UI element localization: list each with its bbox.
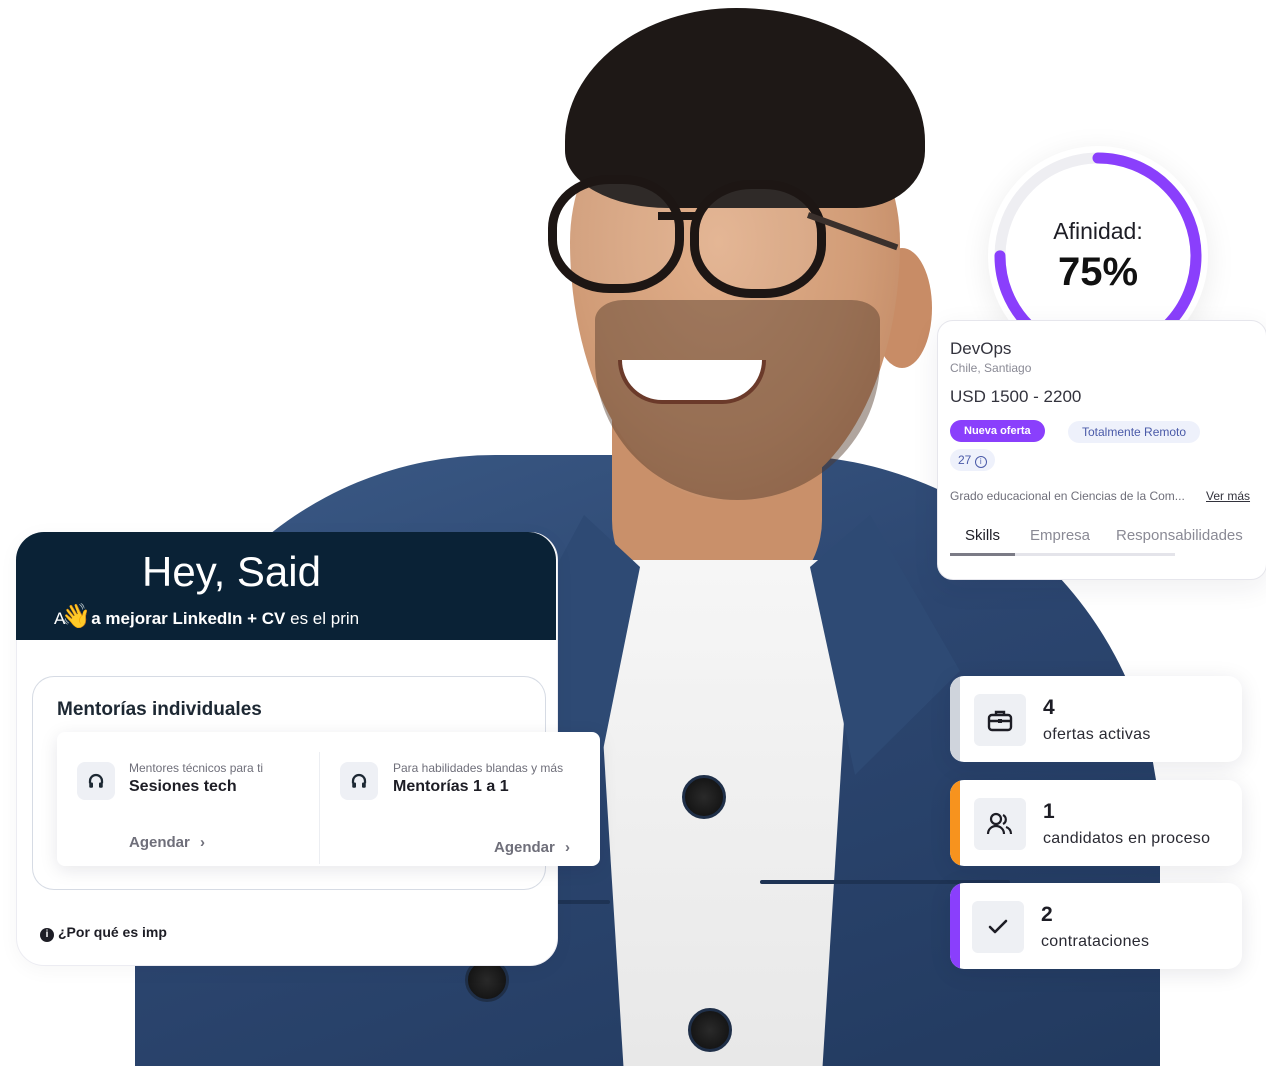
greeting-header: Hey, Said A👋a mejorar LinkedIn + CV es e…: [16, 532, 556, 640]
mentoria-caption: Para habilidades blandas y más: [393, 761, 564, 775]
job-salary: USD 1500 - 2200: [950, 387, 1082, 406]
glasses-lens-right: [690, 180, 826, 298]
count-value: 27: [958, 453, 972, 467]
briefcase-icon: [974, 694, 1026, 746]
greeting-subtitle-bold: a mejorar LinkedIn + CV: [91, 609, 286, 628]
agendar-label: Agendar: [494, 839, 555, 856]
stat-card-hires[interactable]: 2 contrataciones: [950, 883, 1242, 969]
white-tshirt: [592, 560, 854, 1066]
jacket-button: [682, 775, 726, 819]
stat-card-candidates[interactable]: 1 candidatos en proceso: [950, 780, 1242, 866]
stat-accent-bar: [950, 883, 960, 969]
mentoria-title: Mentorías 1 a 1: [393, 778, 509, 795]
glasses-lens-left: [548, 175, 684, 293]
users-icon: [974, 798, 1026, 850]
headphones-icon: [77, 762, 115, 800]
chevron-right-icon: ›: [565, 839, 571, 856]
smile: [618, 360, 766, 404]
agendar-button[interactable]: Agendar ›: [129, 834, 205, 851]
agendar-button[interactable]: Agendar ›: [494, 839, 570, 856]
jacket-button: [688, 1008, 732, 1052]
info-icon: i: [40, 928, 54, 942]
stat-number: 4: [1043, 696, 1055, 719]
chevron-right-icon: ›: [200, 834, 206, 851]
agendar-label: Agendar: [129, 834, 190, 851]
tab-empresa[interactable]: Empresa: [1030, 527, 1090, 544]
headphones-icon: [340, 762, 378, 800]
stat-label: contrataciones: [1041, 933, 1150, 950]
stat-label: candidatos en proceso: [1043, 830, 1211, 847]
mentorias-title: Mentorías individuales: [57, 699, 262, 720]
stat-number: 2: [1041, 903, 1053, 926]
mentoria-item[interactable]: Mentores técnicos para ti Sesiones tech …: [57, 732, 319, 866]
mentoria-caption: Mentores técnicos para ti: [129, 761, 264, 775]
tab-responsabilidades[interactable]: Responsabilidades: [1116, 527, 1243, 544]
job-title: DevOps: [950, 339, 1012, 358]
info-icon: i: [974, 456, 987, 468]
count-badge: 27 i: [950, 449, 995, 471]
stat-label: ofertas activas: [1043, 726, 1151, 743]
job-location: Chile, Santiago: [950, 361, 1032, 375]
job-education: Grado educacional en Ciencias de la Com.…: [950, 489, 1185, 503]
job-card[interactable]: DevOps Chile, Santiago USD 1500 - 2200 N…: [937, 320, 1266, 580]
glasses-bridge: [658, 212, 700, 220]
stat-number: 1: [1043, 800, 1055, 823]
why-important-text: ¿Por qué es imp: [58, 924, 167, 940]
why-important-link[interactable]: i ¿Por qué es imp: [40, 924, 167, 942]
tab-active-indicator: [950, 553, 1015, 556]
mentoria-title: Sesiones tech: [129, 778, 237, 795]
stat-accent-bar: [950, 676, 960, 762]
check-icon: [972, 901, 1024, 953]
greeting-subtitle-rest: es el prin: [290, 609, 360, 628]
mentoria-item[interactable]: Para habilidades blandas y más Mentorías…: [320, 732, 600, 866]
mentorias-list: Mentores técnicos para ti Sesiones tech …: [57, 732, 600, 866]
affinity-label: Afinidad:: [1053, 218, 1143, 244]
greeting-title: Hey, Said: [142, 548, 321, 595]
badge-remote: Totalmente Remoto: [1068, 421, 1201, 443]
see-more-link[interactable]: Ver más: [1206, 489, 1250, 503]
stat-card-offers[interactable]: 4 ofertas activas: [950, 676, 1242, 762]
tab-skills[interactable]: Skills: [965, 527, 1000, 544]
badge-new-offer: Nueva oferta: [950, 420, 1045, 442]
stat-accent-bar: [950, 780, 960, 866]
greeting-subtitle: A👋a mejorar LinkedIn + CV es el prin: [54, 602, 359, 631]
affinity-value: 75%: [1057, 250, 1139, 294]
waving-hand-icon: 👋: [61, 603, 92, 630]
